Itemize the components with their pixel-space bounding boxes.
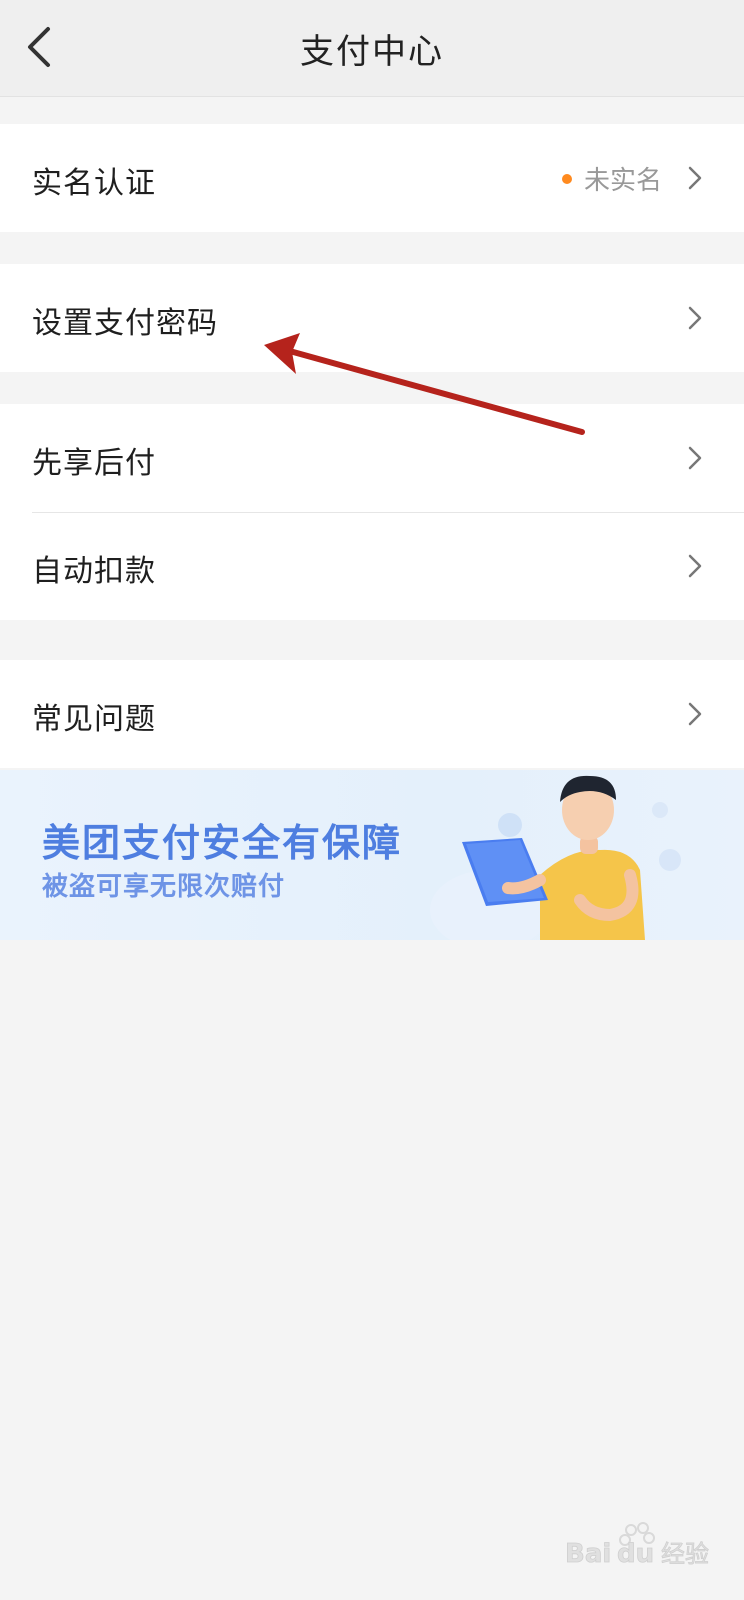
status-text: 未实名	[583, 166, 662, 196]
row-label: 实名认证	[32, 166, 156, 201]
status-badge: 未实名	[561, 160, 662, 197]
security-banner[interactable]: 美团支付安全有保障 被盗可享无限次赔付	[0, 770, 744, 940]
section-identity: 实名认证 未实名	[0, 124, 744, 232]
svg-text:经验: 经验	[661, 1540, 709, 1568]
baidu-watermark-logo: Bai du 经验	[565, 1522, 709, 1569]
row-label: 设置支付密码	[32, 306, 218, 341]
page-title: 支付中心	[300, 32, 444, 72]
row-label: 常见问题	[32, 702, 156, 737]
section-payment-methods: 先享后付 自动扣款	[0, 404, 744, 620]
banner-subtitle: 被盗可享无限次赔付	[42, 872, 286, 902]
row-auto-deduction[interactable]: 自动扣款	[0, 512, 744, 620]
divider	[32, 512, 744, 513]
status-dot	[561, 173, 572, 184]
section-password: 设置支付密码	[0, 264, 744, 372]
row-pay-later[interactable]: 先享后付	[0, 404, 744, 512]
person-with-tablet-illustration	[430, 775, 681, 940]
row-set-payment-password[interactable]: 设置支付密码	[0, 264, 744, 372]
row-faq[interactable]: 常见问题	[0, 660, 744, 768]
nav-bar: 支付中心	[0, 0, 744, 97]
row-label: 自动扣款	[32, 554, 156, 589]
banner-title: 美团支付安全有保障	[42, 821, 403, 865]
chevron-right-icon	[688, 446, 702, 470]
chevron-right-icon	[688, 554, 702, 578]
svg-text:Bai: Bai	[565, 1539, 611, 1569]
section-faq: 常见问题	[0, 660, 744, 768]
chevron-right-icon	[688, 702, 702, 726]
row-real-name-auth[interactable]: 实名认证 未实名	[0, 124, 744, 232]
chevron-right-icon	[688, 166, 702, 190]
row-label: 先享后付	[32, 446, 156, 481]
chevron-right-icon	[688, 306, 702, 330]
svg-text:du: du	[617, 1539, 654, 1569]
